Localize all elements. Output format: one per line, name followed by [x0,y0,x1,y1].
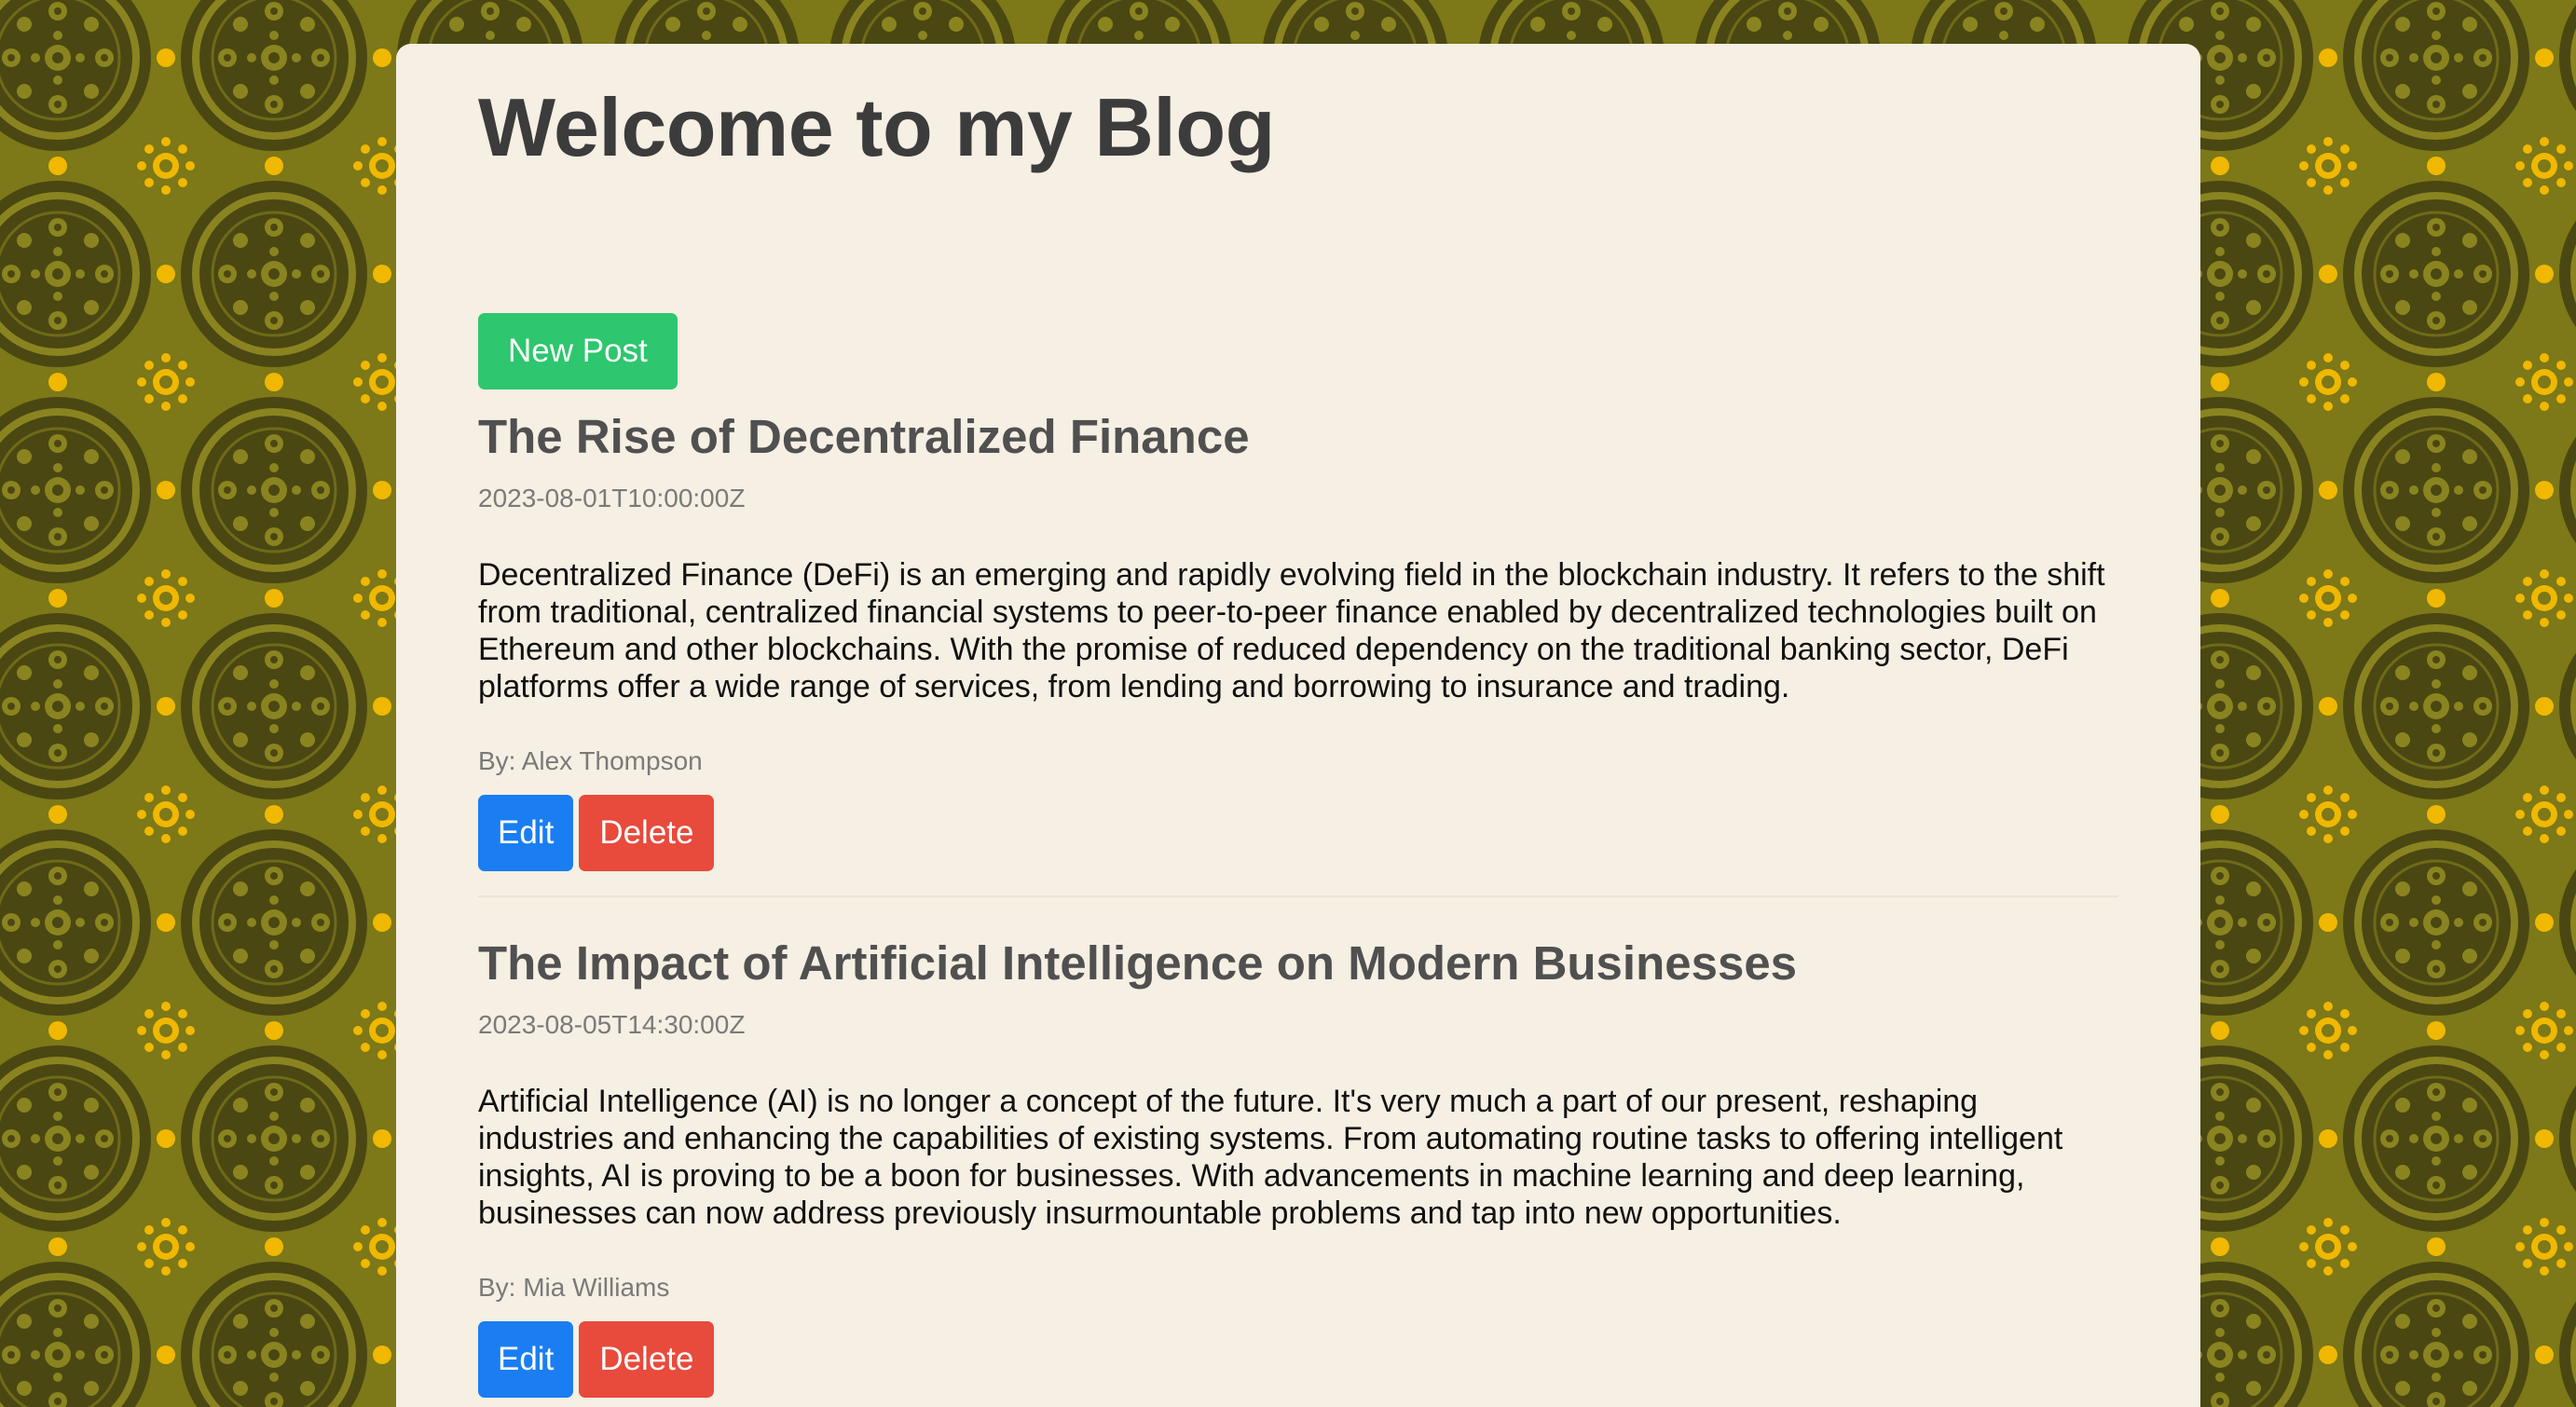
post-divider [478,895,2118,897]
post-actions: Edit Delete [478,794,2118,871]
post-author: By: Mia Williams [478,1273,670,1303]
page-title: Welcome to my Blog [478,81,1275,173]
post-body: Decentralized Finance (DeFi) is an emerg… [478,556,2105,704]
post-date: 2023-08-05T14:30:00Z [478,1010,746,1040]
new-post-button[interactable]: New Post [478,312,678,389]
post-body: Artificial Intelligence (AI) is no longe… [478,1084,2063,1232]
edit-post-button[interactable]: Edit [478,1321,574,1399]
post-date: 2023-08-01T10:00:00Z [478,483,746,512]
edit-post-button[interactable]: Edit [478,794,574,871]
post-author: By: Alex Thompson [478,745,703,775]
post-actions: Edit Delete [478,1321,2118,1399]
post-item: The Rise of Decentralized Finance 2023-0… [478,408,2118,897]
delete-post-button[interactable]: Delete [579,1321,715,1399]
post-title: The Impact of Artificial Intelligence on… [478,936,1798,990]
post-title: The Rise of Decentralized Finance [478,409,1250,463]
blog-container: Welcome to my Blog New Post The Rise of … [396,44,2200,1407]
delete-post-button[interactable]: Delete [579,794,715,871]
post-item: The Impact of Artificial Intelligence on… [478,935,2118,1399]
